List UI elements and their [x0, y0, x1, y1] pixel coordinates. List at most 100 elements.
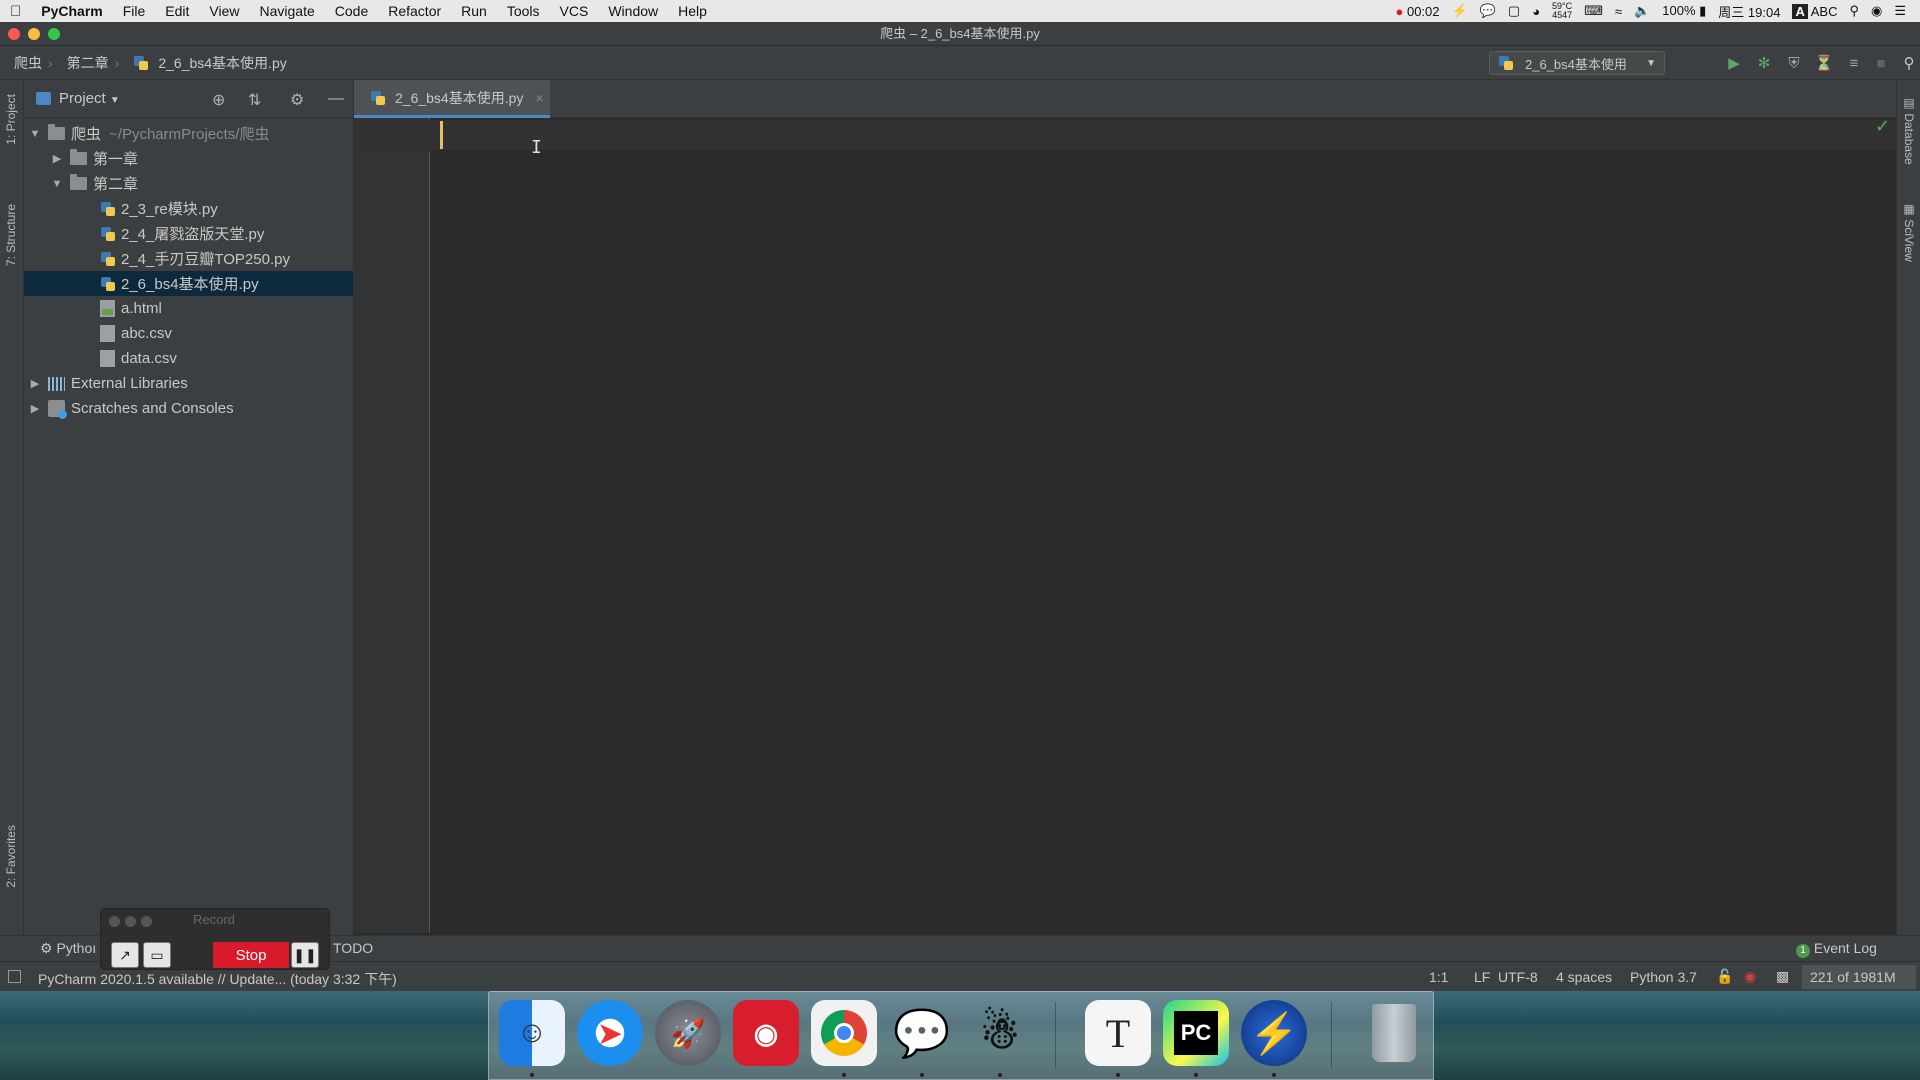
line-separator[interactable]: LF — [1474, 969, 1490, 985]
collapsed-arrow-icon[interactable]: ▶ — [28, 377, 42, 390]
trash-icon[interactable] — [1361, 1000, 1427, 1066]
structure-tool-tab[interactable]: 7: Structure — [4, 204, 18, 266]
record-close-button[interactable] — [109, 916, 120, 927]
run-icon[interactable]: ▶ — [1725, 54, 1743, 72]
wechat-status-icon[interactable]: 💬 — [1480, 3, 1496, 19]
volume-icon[interactable]: 🔈 — [1634, 3, 1650, 19]
app-menu[interactable]: PyCharm — [31, 3, 112, 19]
color-icon[interactable]: ◕ — [1532, 4, 1540, 19]
keyboard-icon[interactable]: ⌨ — [1584, 3, 1603, 19]
sciview-tool-tab[interactable]: ▦ SciView — [1902, 202, 1916, 262]
record-zoom-button[interactable] — [141, 916, 152, 927]
debug-icon[interactable]: ✻ — [1755, 54, 1773, 72]
menu-window[interactable]: Window — [598, 3, 668, 19]
caret-position[interactable]: 1:1 — [1429, 969, 1448, 985]
tree-file-html[interactable]: a.html — [24, 296, 353, 321]
zoom-window-button[interactable] — [48, 28, 60, 40]
tree-external-libraries[interactable]: ▶ External Libraries — [24, 371, 353, 396]
project-tool-tab[interactable]: 1: Project — [4, 94, 18, 145]
typora-icon[interactable]: T — [1085, 1000, 1151, 1066]
chrome-icon[interactable] — [811, 1000, 877, 1066]
python-interpreter[interactable]: Python 3.7 — [1630, 969, 1697, 985]
tree-scratches[interactable]: ▶ Scratches and Consoles — [24, 396, 353, 421]
code-editor[interactable] — [430, 118, 1896, 933]
tree-root[interactable]: ▼ 爬虫 ~/PycharmProjects/爬虫 — [24, 121, 353, 146]
inspection-ok-icon[interactable]: ✓ — [1875, 116, 1890, 137]
menu-code[interactable]: Code — [325, 3, 378, 19]
menu-navigate[interactable]: Navigate — [250, 3, 325, 19]
draw-tool-icon[interactable]: ↗ — [111, 942, 139, 968]
lock-icon[interactable]: 🔓 — [1716, 968, 1733, 985]
input-method[interactable]: A ABC — [1792, 3, 1837, 19]
python-console-tab[interactable]: ⚙ Pythoı — [40, 940, 96, 957]
tree-file-data-csv[interactable]: data.csv — [24, 346, 353, 371]
tree-file-dytt[interactable]: 2_4_屠戮盗版天堂.py — [24, 221, 353, 246]
thunder-icon[interactable]: ⚡ — [1241, 1000, 1307, 1066]
breadcrumb-root[interactable]: 爬虫 — [0, 53, 48, 73]
gear-icon[interactable]: ⚙ — [290, 90, 304, 110]
battery-status[interactable]: 100% ▮ — [1662, 3, 1706, 19]
menu-edit[interactable]: Edit — [155, 3, 199, 19]
netease-music-icon[interactable]: ◉ — [733, 1000, 799, 1066]
inspector-icon[interactable]: ◉ — [1744, 968, 1756, 985]
tree-file-douban[interactable]: 2_4_手刃豆瓣TOP250.py — [24, 246, 353, 271]
profile-icon[interactable]: ⏳ — [1815, 54, 1834, 72]
close-tab-icon[interactable]: × — [535, 90, 543, 106]
close-window-button[interactable] — [8, 28, 20, 40]
pause-recording-icon[interactable]: ❚❚ — [291, 942, 319, 968]
coverage-icon[interactable]: ⛨ — [1785, 54, 1803, 72]
temperature-readout[interactable]: 59°C 4547 — [1552, 2, 1572, 20]
collapsed-arrow-icon[interactable]: ▶ — [50, 152, 64, 165]
notification-center-icon[interactable]: ☰ — [1894, 3, 1906, 19]
expanded-arrow-icon[interactable]: ▼ — [28, 128, 42, 140]
favorites-tool-tab[interactable]: 2: Favorites — [4, 825, 18, 888]
tree-folder-chapter1[interactable]: ▶ 第一章 — [24, 146, 353, 171]
recording-timer[interactable]: ● 00:02 — [1395, 4, 1439, 19]
expanded-arrow-icon[interactable]: ▼ — [50, 178, 64, 190]
tree-file-abc-csv[interactable]: abc.csv — [24, 321, 353, 346]
apple-menu-icon[interactable]:  — [0, 3, 31, 20]
minimize-window-button[interactable] — [28, 28, 40, 40]
spotlight-icon[interactable]: ⚲ — [1849, 3, 1859, 19]
stop-icon[interactable]: ■ — [1872, 54, 1890, 72]
menu-vcs[interactable]: VCS — [550, 3, 599, 19]
indent-settings[interactable]: 4 spaces — [1556, 969, 1612, 985]
flash-icon[interactable]: ⚡ — [1452, 3, 1468, 19]
concurrency-icon[interactable]: ≡ — [1845, 54, 1863, 72]
wifi-icon[interactable]: ≈ — [1615, 4, 1622, 19]
toggle-tool-windows-icon[interactable] — [8, 970, 21, 983]
screen-region-icon[interactable]: ▭ — [143, 942, 171, 968]
locate-file-icon[interactable]: ⊕ — [212, 90, 225, 110]
menu-help[interactable]: Help — [668, 3, 717, 19]
wechat-icon[interactable]: 💬 — [889, 1000, 955, 1066]
menu-tools[interactable]: Tools — [497, 3, 550, 19]
hide-panel-icon[interactable]: — — [328, 90, 344, 108]
status-message[interactable]: PyCharm 2020.1.5 available // Update... … — [38, 969, 397, 989]
qq-icon[interactable]: ☃ — [967, 1000, 1033, 1066]
run-configuration-select[interactable]: 2_6_bs4基本使用 ▼ — [1489, 51, 1665, 75]
file-encoding[interactable]: UTF-8 — [1498, 969, 1538, 985]
menu-run[interactable]: Run — [451, 3, 497, 19]
tree-file-re[interactable]: 2_3_re模块.py — [24, 196, 353, 221]
menu-view[interactable]: View — [199, 3, 249, 19]
breadcrumb-folder[interactable]: 第二章 — [53, 53, 115, 73]
event-log-tab[interactable]: 1 Event Log — [1796, 940, 1877, 958]
menu-file[interactable]: File — [113, 3, 156, 19]
stop-recording-button[interactable]: Stop — [213, 942, 289, 968]
editor-tab[interactable]: 2_6_bs4基本使用.py × — [354, 80, 550, 118]
siri-icon[interactable]: ◉ — [1871, 3, 1882, 19]
launchpad-icon[interactable]: 🚀 — [655, 1000, 721, 1066]
clock[interactable]: 周三 19:04 — [1718, 2, 1780, 21]
pycharm-icon[interactable]: PC — [1163, 1000, 1229, 1066]
safari-icon[interactable]: ➤ — [577, 1000, 643, 1066]
tree-file-bs4[interactable]: 2_6_bs4基本使用.py — [24, 271, 353, 296]
search-everywhere-icon[interactable]: ⚲ — [1900, 54, 1918, 72]
collapse-all-icon[interactable]: ⇅ — [248, 90, 261, 110]
memory-indicator[interactable]: 221 of 1981M — [1810, 969, 1896, 985]
git-icon[interactable]: ▩ — [1776, 968, 1789, 985]
collapsed-arrow-icon[interactable]: ▶ — [28, 402, 42, 415]
project-view-select[interactable]: Project ▼ — [59, 90, 120, 107]
finder-icon[interactable]: ☺ — [499, 1000, 565, 1066]
breadcrumb-file[interactable]: 2_6_bs4基本使用.py — [119, 53, 292, 73]
record-minimize-button[interactable] — [125, 916, 136, 927]
